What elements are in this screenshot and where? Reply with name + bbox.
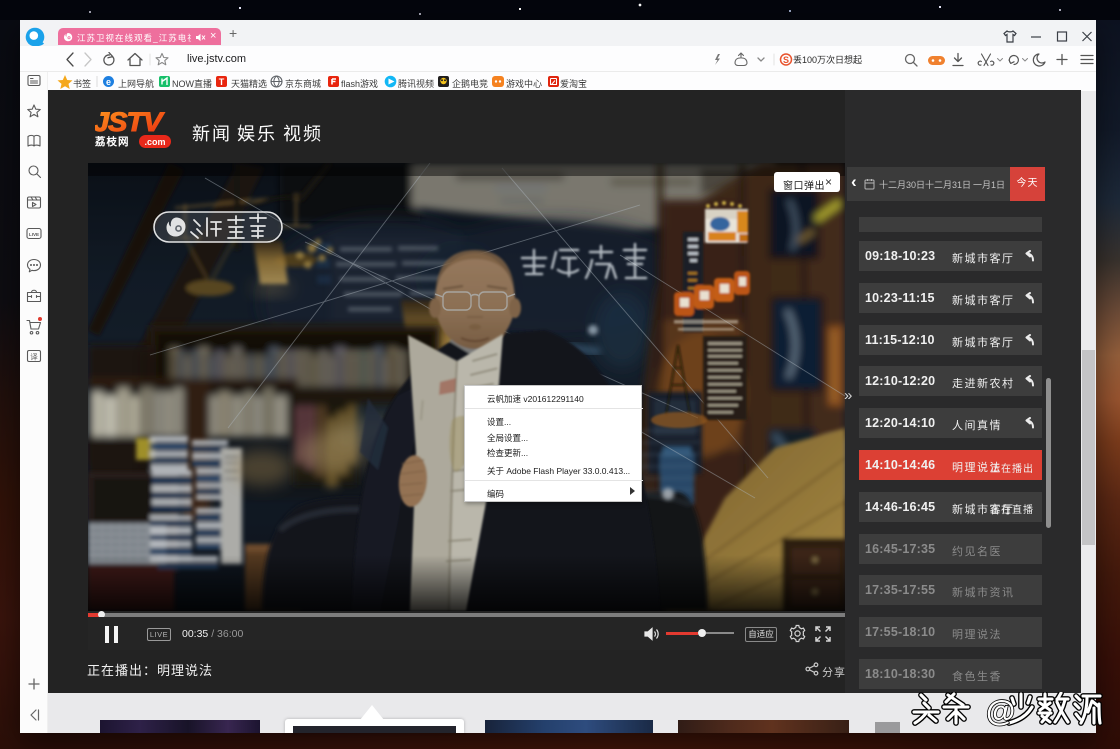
- svg-text:荔枝网: 荔枝网: [95, 135, 130, 148]
- svg-text:@: @: [986, 695, 1015, 728]
- svg-text:LIVE: LIVE: [29, 232, 39, 237]
- svg-text:e: e: [106, 77, 111, 87]
- svg-text:S: S: [783, 55, 789, 65]
- svg-text:JSTV: JSTV: [95, 107, 165, 137]
- svg-text:.com: .com: [144, 137, 165, 147]
- svg-text:T: T: [219, 77, 225, 87]
- svg-text:译: 译: [30, 352, 38, 361]
